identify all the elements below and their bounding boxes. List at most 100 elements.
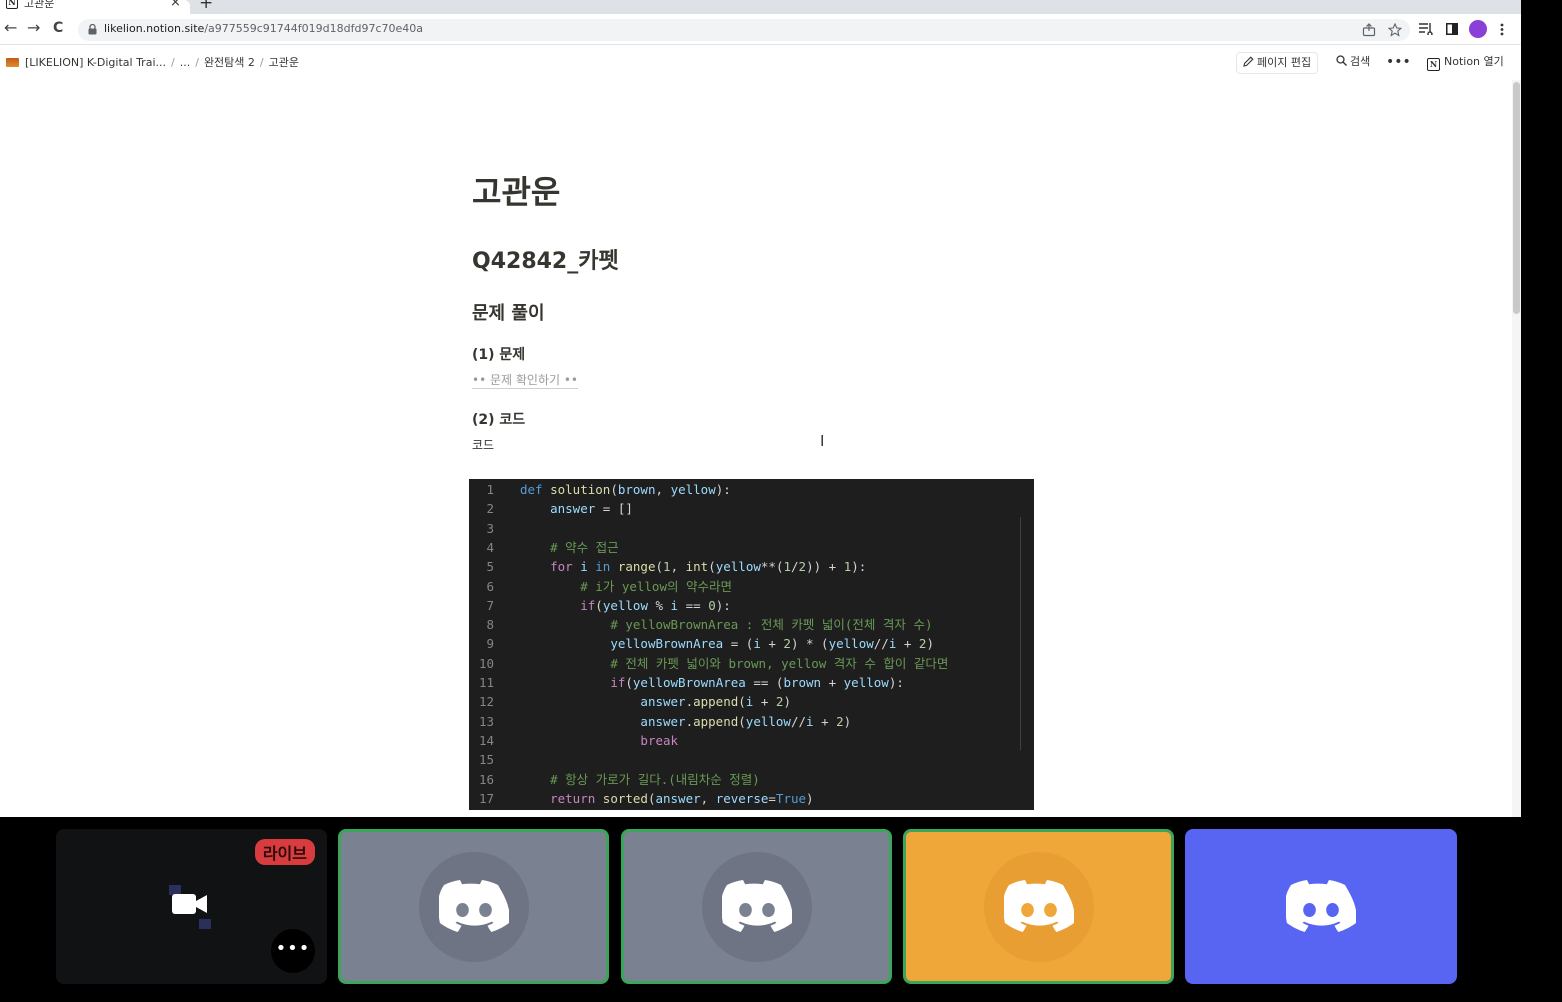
- lock-icon: [88, 24, 97, 35]
- code-line: 3: [469, 519, 1034, 538]
- code-text: # yellowBrownArea : 전체 카펫 넓이(전체 격자 수): [610, 617, 933, 633]
- tab-strip: N 고관운 × +: [0, 0, 1521, 14]
- workspace-icon: [6, 58, 19, 67]
- browser-menu-icon[interactable]: [1500, 23, 1504, 36]
- code-text: answer.append(i + 2): [640, 694, 791, 710]
- tab-title: 고관운: [24, 0, 55, 10]
- breadcrumb-item-parent[interactable]: 완전탐색 2: [204, 56, 255, 69]
- code-text: if(yellow % i == 0):: [580, 597, 731, 613]
- side-panel-icon[interactable]: [1446, 23, 1458, 35]
- code-line: 14 break: [469, 731, 1034, 750]
- line-number: 14: [478, 732, 494, 748]
- more-options-button[interactable]: •••: [1386, 52, 1411, 74]
- code-text: break: [640, 732, 679, 748]
- stream-tile-self[interactable]: 라이브 •••: [56, 829, 327, 984]
- code-text: answer.append(yellow//i + 2): [640, 713, 852, 729]
- browser-tab[interactable]: N 고관운 ×: [0, 0, 190, 14]
- live-badge: 라이브: [254, 839, 315, 865]
- participant-tile[interactable]: [338, 829, 609, 984]
- code-image: 1 def solution(brown, yellow): 2 answer = …: [469, 479, 1034, 810]
- code-text: # 항상 가로가 길다.(내림차순 정렬): [550, 771, 760, 787]
- code-line: 2 answer = []: [469, 499, 1034, 518]
- breadcrumb: [LIKELION] K-Digital Trai... /... / 완전탐색 2/…: [6, 54, 299, 70]
- scrollbar-thumb[interactable]: [1513, 82, 1520, 314]
- line-number: 6: [486, 578, 494, 594]
- participant-tile[interactable]: [1185, 829, 1457, 984]
- heading-problem-id[interactable]: Q42842_카펫: [472, 243, 619, 275]
- profile-avatar[interactable]: [1469, 20, 1487, 38]
- notion-favicon-icon: N: [6, 0, 18, 9]
- code-text: for i in range(1, int(yellow**(1/2)) + 1…: [550, 559, 867, 575]
- code-line: 15: [469, 750, 1034, 769]
- heading-code-section[interactable]: (2) 코드: [472, 409, 525, 429]
- line-number: 2: [486, 501, 494, 517]
- line-number: 10: [478, 655, 494, 671]
- code-line: 12 answer.append(i + 2): [469, 692, 1034, 711]
- participant-tile[interactable]: [621, 829, 892, 984]
- problem-link[interactable]: •• 문제 확인하기 ••: [472, 371, 578, 389]
- line-number: 13: [478, 713, 494, 729]
- discord-logo-icon: [1003, 879, 1074, 932]
- share-icon[interactable]: [1362, 23, 1376, 37]
- line-number: 8: [486, 617, 494, 633]
- code-line: 5 for i in range(1, int(yellow**(1/2)) +…: [469, 557, 1034, 576]
- code-line: 8 # yellowBrownArea : 전체 카펫 넓이(전체 격자 수): [469, 615, 1034, 634]
- participant-avatar: [418, 851, 529, 962]
- open-in-notion-button[interactable]: N Notion 열기: [1427, 52, 1504, 74]
- bookmark-star-icon[interactable]: [1388, 23, 1402, 37]
- new-tab-button[interactable]: +: [199, 0, 213, 13]
- participant-avatar: [701, 851, 812, 962]
- url-text: likelion.notion.site/a977559c91744f019d1…: [104, 22, 424, 35]
- line-number: 16: [478, 771, 494, 787]
- heading-solution[interactable]: 문제 풀이: [472, 299, 545, 325]
- reload-icon[interactable]: C: [53, 20, 63, 36]
- code-line: 9 yellowBrownArea = (i + 2) * (yellow//i…: [469, 634, 1034, 653]
- page-title[interactable]: 고관운: [472, 167, 560, 213]
- line-number: 9: [486, 636, 494, 652]
- line-number: 7: [486, 597, 494, 613]
- camera-icon: [169, 885, 211, 929]
- page-scrollbar[interactable]: [1512, 80, 1521, 817]
- edit-page-button[interactable]: 페이지 편집: [1236, 52, 1319, 74]
- participant-tile[interactable]: [903, 829, 1174, 984]
- browser-window: N 고관운 × + ← → C likelion.notion.site/a97…: [0, 0, 1521, 817]
- code-line: 10 # 전체 카펫 넓이와 brown, yellow 격자 수 합이 같다면: [469, 654, 1034, 673]
- code-text: answer = []: [550, 501, 633, 517]
- line-number: 4: [486, 539, 494, 555]
- code-label-text[interactable]: 코드: [472, 436, 494, 453]
- line-number: 15: [478, 752, 494, 768]
- code-line: 1 def solution(brown, yellow):: [469, 480, 1034, 499]
- code-line: 16 # 항상 가로가 길다.(내림차순 정렬): [469, 770, 1034, 789]
- heading-problem-section[interactable]: (1) 문제: [472, 344, 525, 364]
- back-arrow-icon[interactable]: ←: [4, 18, 17, 37]
- participant-avatar: [983, 851, 1094, 962]
- code-text: # 약수 접근: [550, 539, 619, 555]
- line-number: 3: [486, 520, 494, 536]
- media-control-icon[interactable]: [1419, 23, 1433, 35]
- code-text: yellowBrownArea = (i + 2) * (yellow//i +…: [610, 636, 934, 652]
- breadcrumb-item-ellipsis[interactable]: ...: [180, 56, 191, 69]
- line-number: 11: [478, 675, 494, 690]
- browser-toolbar: ← → C likelion.notion.site/a977559c91744…: [0, 14, 1521, 45]
- breadcrumb-item-workspace[interactable]: [LIKELION] K-Digital Trai...: [25, 56, 166, 69]
- line-number: 5: [486, 559, 494, 575]
- tile-more-options-button[interactable]: •••: [271, 929, 315, 973]
- code-text: def solution(brown, yellow):: [520, 482, 731, 497]
- code-text: return sorted(answer, reverse=True): [550, 790, 814, 806]
- text-cursor-icon: I: [820, 432, 825, 450]
- discord-logo-icon: [1286, 879, 1356, 932]
- discord-logo-icon: [438, 879, 509, 932]
- address-bar[interactable]: likelion.notion.site/a977559c91744f019d1…: [78, 19, 1410, 41]
- code-line: 13 answer.append(yellow//i + 2): [469, 712, 1034, 731]
- line-number: 17: [478, 790, 494, 806]
- tab-close-icon[interactable]: ×: [170, 0, 181, 10]
- forward-arrow-icon[interactable]: →: [27, 18, 40, 37]
- breadcrumb-item-current[interactable]: 고관운: [269, 56, 299, 69]
- notion-topbar: [LIKELION] K-Digital Trai... /... / 완전탐색 2/…: [0, 46, 1521, 78]
- code-line: 4 # 약수 접근: [469, 538, 1034, 557]
- code-line: 17 return sorted(answer, reverse=True): [469, 789, 1034, 808]
- pencil-icon: [1243, 56, 1254, 67]
- search-button[interactable]: 검색: [1336, 52, 1370, 74]
- code-line: 7 if(yellow % i == 0):: [469, 596, 1034, 615]
- notion-logo-icon: N: [1427, 58, 1440, 71]
